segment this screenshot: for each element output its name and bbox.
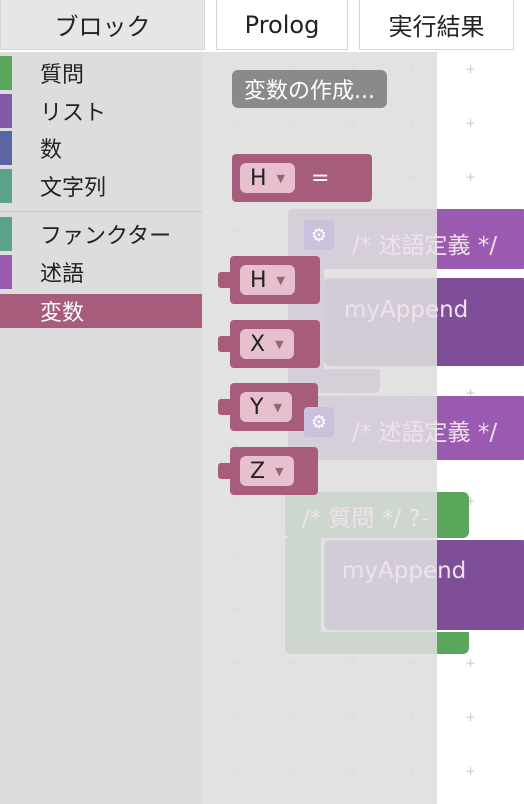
toolbox-separator bbox=[0, 211, 202, 212]
category-color bbox=[0, 255, 12, 289]
block-connector bbox=[218, 399, 232, 415]
variable-dropdown[interactable]: H ▼ bbox=[240, 163, 296, 193]
grid-marker: + bbox=[466, 60, 476, 78]
tab-label: ブロック bbox=[54, 13, 151, 41]
tab-prolog[interactable]: Prolog bbox=[216, 0, 348, 50]
category-functor[interactable]: ファンクター bbox=[0, 217, 202, 251]
category-label: 質問 bbox=[40, 63, 85, 88]
category-color bbox=[0, 131, 12, 165]
variable-name: H bbox=[250, 267, 267, 293]
category-color bbox=[0, 217, 12, 251]
grid-marker: + bbox=[466, 708, 476, 726]
category-color bbox=[0, 294, 12, 328]
variable-name: Y bbox=[250, 394, 264, 420]
create-variable-button[interactable]: 変数の作成... bbox=[232, 70, 387, 108]
category-list[interactable]: リスト bbox=[0, 94, 202, 128]
category-color bbox=[0, 169, 12, 203]
assign-operator: = bbox=[311, 165, 330, 191]
dropdown-arrow-icon: ▼ bbox=[276, 273, 286, 287]
variable-dropdown[interactable]: Z ▼ bbox=[240, 456, 294, 486]
predicate-name: myAppend bbox=[344, 297, 469, 323]
category-label: ファンクター bbox=[40, 224, 172, 249]
query-name: myAppend bbox=[342, 558, 467, 584]
dropdown-arrow-icon: ▼ bbox=[276, 171, 286, 185]
variable-name: Z bbox=[250, 458, 266, 484]
variable-dropdown[interactable]: X ▼ bbox=[240, 329, 294, 359]
dropdown-arrow-icon: ▼ bbox=[273, 400, 282, 414]
gear-icon[interactable]: ⚙ bbox=[304, 220, 334, 250]
category-label: リスト bbox=[40, 101, 107, 126]
predicate-comment: /* 述語定義 */ bbox=[352, 233, 498, 259]
variable-block-z[interactable]: Z ▼ bbox=[218, 447, 318, 495]
tab-results[interactable]: 実行結果 bbox=[359, 0, 514, 50]
grid-marker: + bbox=[466, 168, 476, 186]
dropdown-arrow-icon: ▼ bbox=[275, 464, 284, 478]
category-variable[interactable]: 変数 bbox=[0, 294, 202, 328]
grid-marker: + bbox=[466, 114, 476, 132]
category-label: 述語 bbox=[40, 262, 85, 287]
category-label: 文字列 bbox=[40, 176, 107, 201]
grid-marker: + bbox=[466, 762, 476, 780]
category-label: 数 bbox=[40, 138, 63, 163]
category-color bbox=[0, 94, 12, 128]
predicate-comment-2: /* 述語定義 */ bbox=[352, 420, 498, 446]
category-color bbox=[0, 56, 12, 90]
grid-marker: + bbox=[466, 654, 476, 672]
block-connector bbox=[218, 272, 232, 288]
block-connector bbox=[218, 336, 232, 352]
dropdown-arrow-icon: ▼ bbox=[275, 337, 284, 351]
variable-dropdown[interactable]: H ▼ bbox=[240, 265, 296, 295]
category-label: 変数 bbox=[40, 301, 85, 326]
category-predicate[interactable]: 述語 bbox=[0, 255, 202, 289]
block-connector bbox=[218, 463, 232, 479]
variable-name: H bbox=[250, 165, 267, 191]
variable-name: X bbox=[250, 331, 266, 357]
toolbox: 質問 リスト 数 文字列 ファンクター 述語 変数 bbox=[0, 52, 202, 804]
tab-bar: ブロック Prolog 実行結果 bbox=[0, 0, 524, 52]
variable-block-h[interactable]: H ▼ bbox=[218, 256, 320, 304]
gear-icon[interactable]: ⚙ bbox=[304, 407, 334, 437]
category-string[interactable]: 文字列 bbox=[0, 169, 202, 203]
category-question[interactable]: 質問 bbox=[0, 56, 202, 90]
variable-block-x[interactable]: X ▼ bbox=[218, 320, 320, 368]
query-comment: /* 質問 */ ?- bbox=[302, 506, 429, 532]
assign-block[interactable]: H ▼ = bbox=[232, 154, 372, 202]
variable-dropdown[interactable]: Y ▼ bbox=[240, 392, 292, 422]
category-number[interactable]: 数 bbox=[0, 131, 202, 165]
tab-blocks[interactable]: ブロック bbox=[0, 0, 205, 50]
tab-label: Prolog bbox=[244, 10, 320, 39]
tab-label: 実行結果 bbox=[388, 13, 485, 41]
